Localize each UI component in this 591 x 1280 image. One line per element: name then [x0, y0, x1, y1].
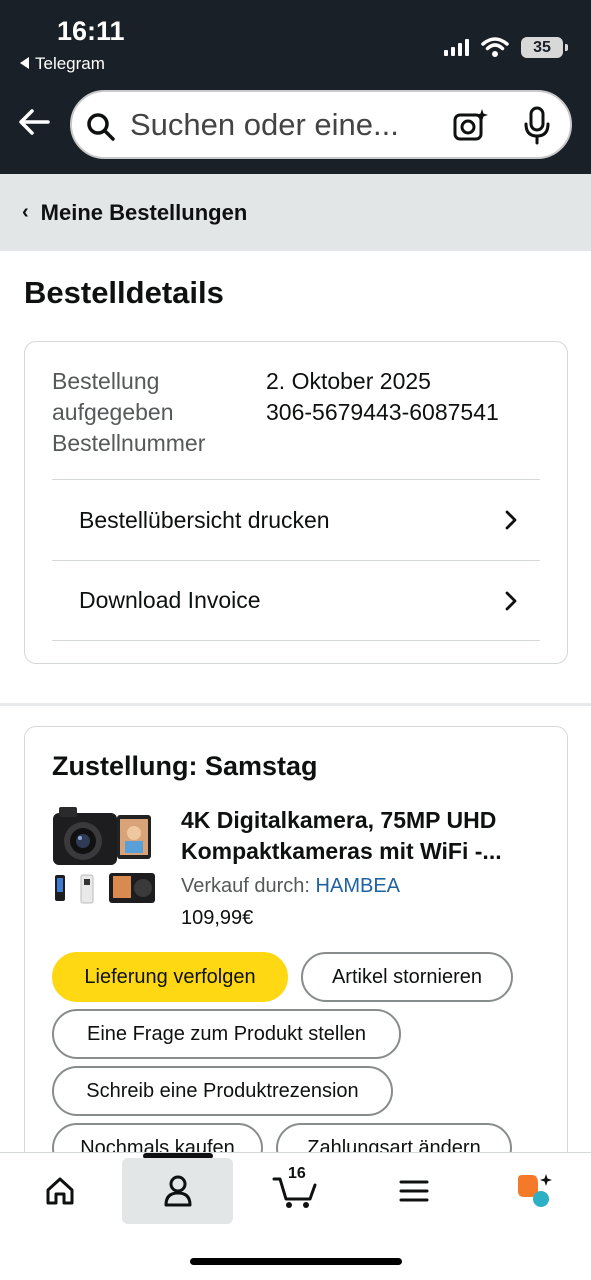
search-bar[interactable]: [70, 90, 572, 159]
profile-icon: [164, 1175, 191, 1207]
wifi-icon: [481, 37, 509, 57]
status-bar: 16:11 Telegram 35: [0, 0, 591, 82]
nav-rufus[interactable]: [494, 1158, 574, 1224]
status-icons: 35: [444, 36, 568, 58]
section-divider: [0, 703, 591, 706]
battery-icon: 35: [521, 36, 568, 58]
track-delivery-button[interactable]: Lieferung verfolgen: [52, 952, 288, 1002]
print-order-summary-row[interactable]: Bestellübersicht drucken: [52, 479, 540, 560]
product-price: 109,99€: [181, 907, 254, 929]
status-time: 16:11: [57, 16, 125, 46]
order-number-label: Bestellnummer: [52, 430, 206, 456]
print-order-summary-label: Bestellübersicht drucken: [79, 506, 330, 533]
product-title[interactable]: 4K Digitalkamera, 75MP UHD Kompaktkamera…: [181, 805, 551, 867]
nav-menu[interactable]: [374, 1158, 454, 1224]
search-icon: [87, 113, 115, 141]
product-title-line2: Kompaktkameras mit WiFi -...: [181, 838, 502, 864]
search-input[interactable]: [130, 92, 430, 157]
page-title: Bestelldetails: [24, 275, 224, 310]
order-placed-label-line1: Bestellung: [52, 368, 160, 394]
nav-profile[interactable]: [122, 1158, 233, 1224]
back-triangle-icon: [20, 56, 29, 69]
cellular-signal-icon: [444, 38, 469, 56]
menu-icon: [399, 1180, 429, 1202]
order-number: 306-5679443-6087541: [266, 399, 499, 425]
seller-link[interactable]: HAMBEA: [316, 875, 400, 897]
product-title-line1: 4K Digitalkamera, 75MP UHD: [181, 807, 497, 833]
download-invoice-label: Download Invoice: [79, 587, 261, 613]
order-info-card: Bestellung aufgegeben Bestellnummer 2. O…: [24, 341, 568, 664]
seller-info: Verkauf durch: HAMBEA: [181, 875, 400, 898]
chevron-right-icon: [505, 510, 517, 530]
sold-by-label: Verkauf durch:: [181, 875, 310, 897]
order-info-labels: Bestellung aufgegeben Bestellnummer: [52, 366, 205, 459]
breadcrumb[interactable]: ‹ Meine Bestellungen: [0, 174, 591, 251]
chevron-left-icon: ‹: [22, 201, 29, 223]
home-icon: [46, 1177, 74, 1205]
home-indicator: [190, 1258, 402, 1265]
breadcrumb-label: Meine Bestellungen: [40, 199, 248, 225]
back-app-label: Telegram: [35, 54, 105, 73]
download-invoice-row[interactable]: Download Invoice: [52, 560, 540, 641]
ask-product-question-button[interactable]: Eine Frage zum Produkt stellen: [52, 1009, 401, 1059]
camera-search-icon[interactable]: [452, 107, 490, 145]
back-to-app-link[interactable]: Telegram: [20, 54, 105, 74]
back-arrow-icon[interactable]: [14, 100, 58, 144]
delivery-title: Zustellung: Samstag: [52, 751, 318, 781]
microphone-icon[interactable]: [522, 106, 552, 146]
chevron-right-icon: [505, 591, 517, 610]
cart-count-badge: 16: [288, 1165, 306, 1182]
search-header: [0, 82, 591, 174]
product-image[interactable]: [51, 803, 161, 907]
write-review-button[interactable]: Schreib eine Produktrezension: [52, 1066, 393, 1116]
order-date: 2. Oktober 2025: [266, 368, 431, 394]
order-placed-label-line2: aufgegeben: [52, 399, 174, 425]
rufus-icon: [518, 1174, 552, 1207]
order-info-values: 2. Oktober 2025 306-5679443-6087541: [266, 366, 499, 428]
cancel-item-button[interactable]: Artikel stornieren: [301, 952, 513, 1002]
nav-home[interactable]: [20, 1158, 100, 1224]
